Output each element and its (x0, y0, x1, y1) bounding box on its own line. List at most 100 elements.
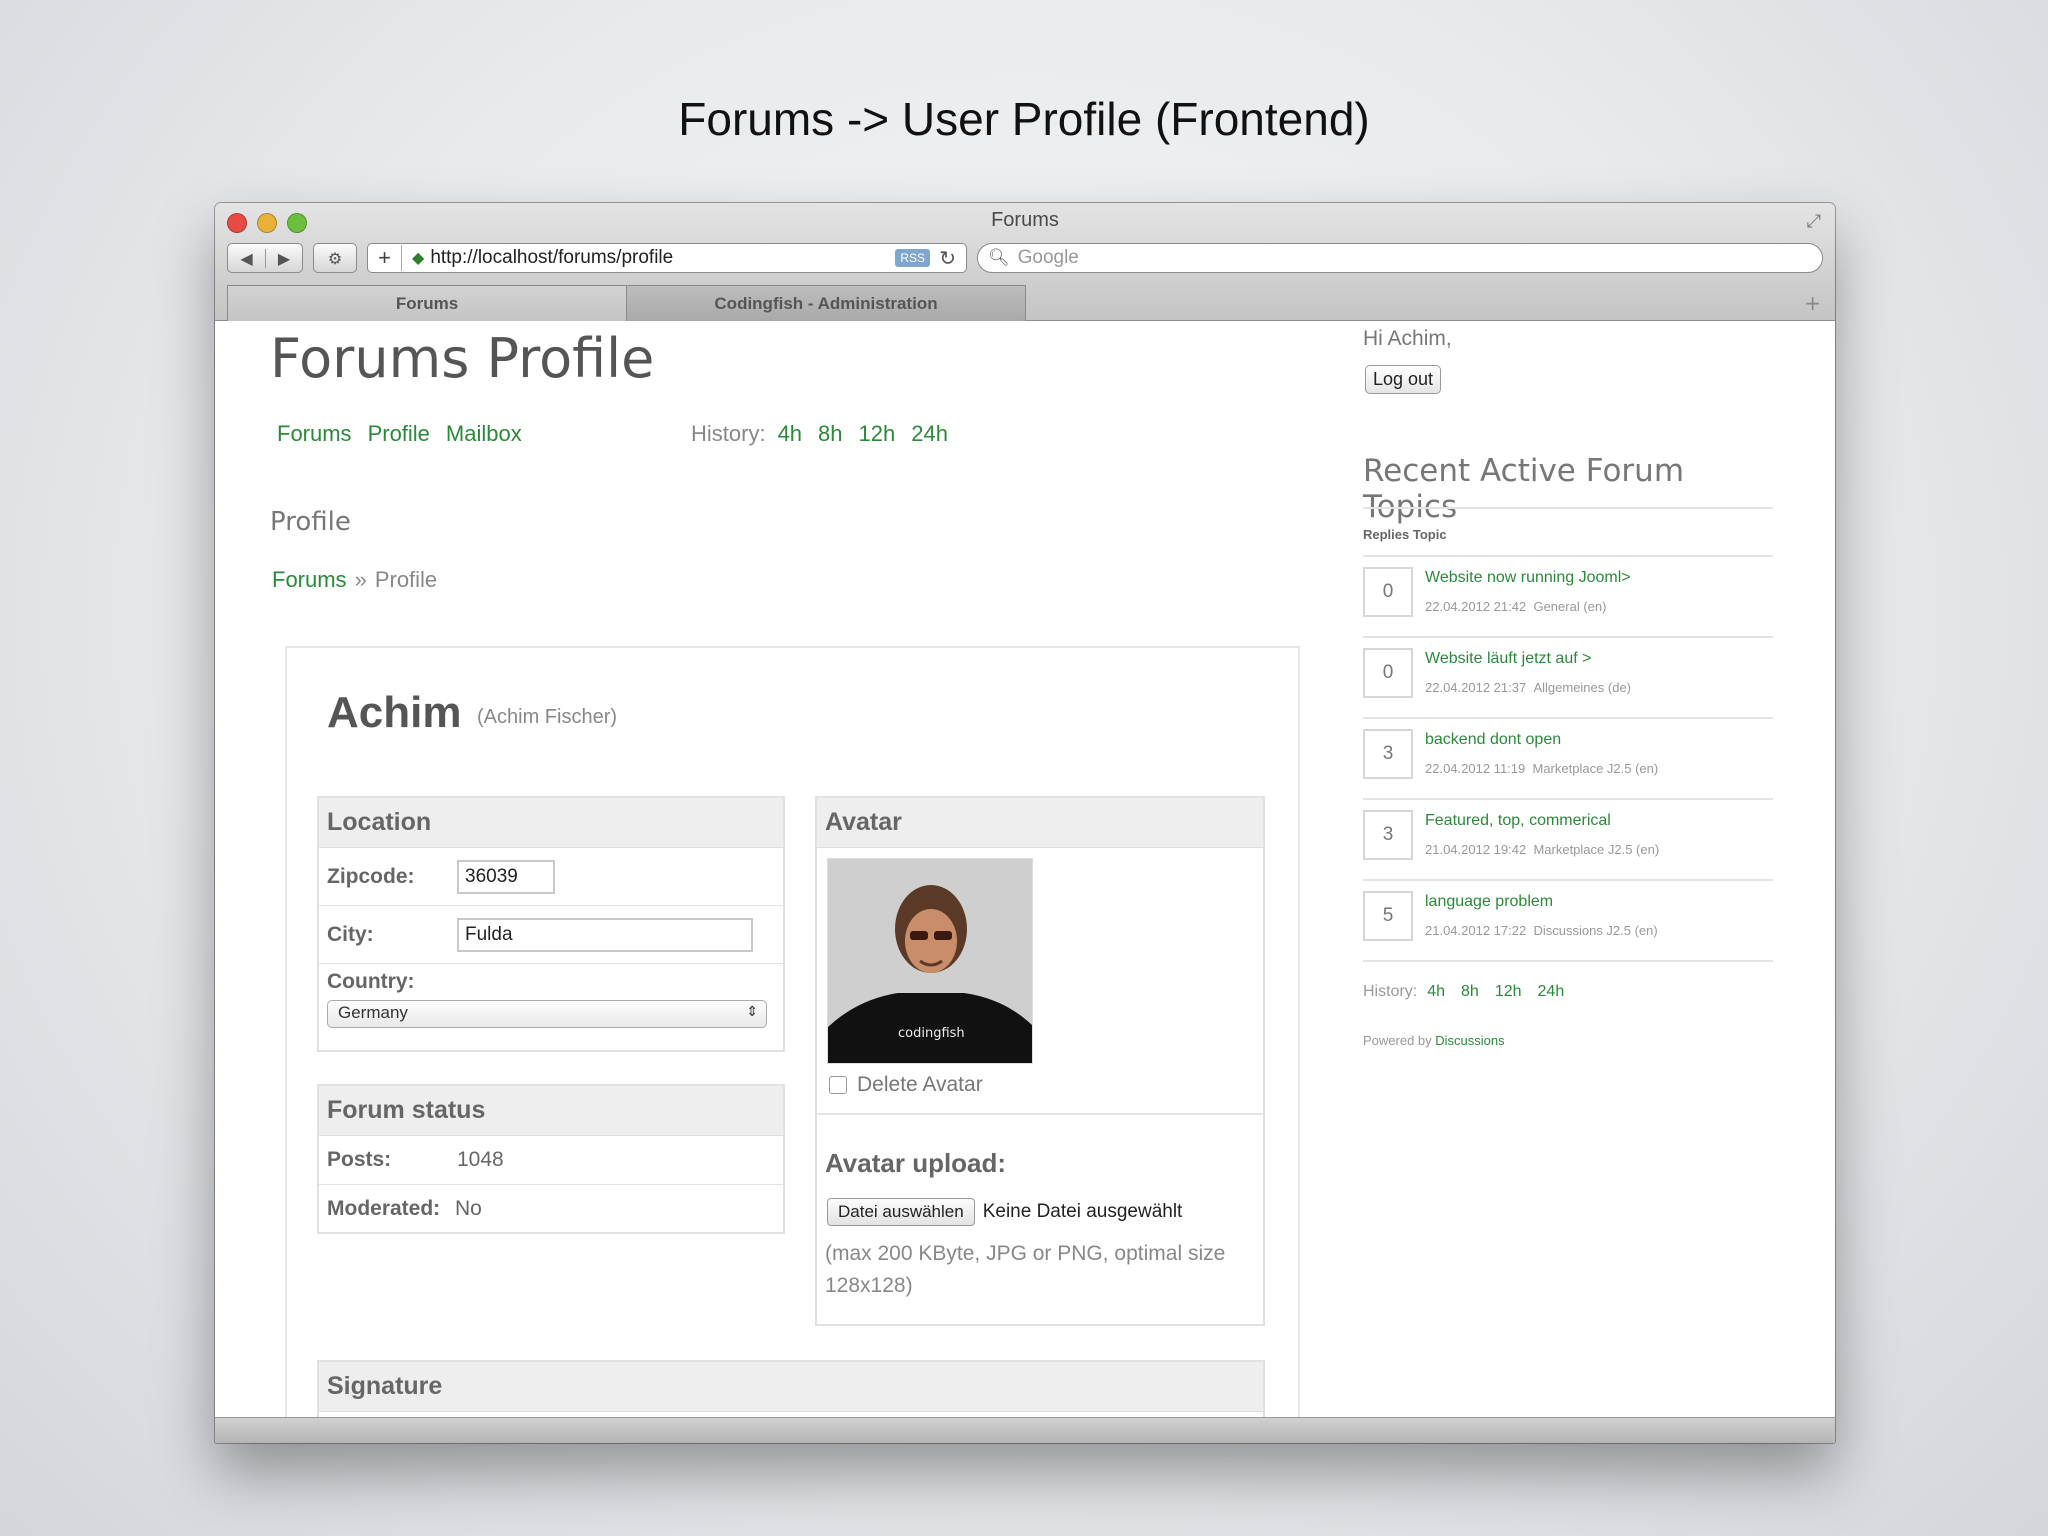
topic-title-link[interactable]: Website läuft jetzt auf > (1425, 650, 1591, 668)
search-field[interactable]: 🔍︎ Google (977, 243, 1823, 273)
browser-status-bar (215, 1417, 1835, 1443)
sidebar-history-24h-link[interactable]: 24h (1538, 983, 1565, 1001)
forward-arrow-icon[interactable]: ▶ (264, 248, 302, 268)
history-4h-link[interactable]: 4h (778, 421, 802, 447)
profile-box: Achim (Achim Fischer) Location Zipcode: … (285, 646, 1300, 1443)
avatar-image: codingfish (827, 858, 1033, 1064)
posts-label: Posts: (327, 1148, 392, 1171)
add-bookmark-icon[interactable]: + (368, 245, 402, 271)
nav-buttons: ◀ ▶ (227, 243, 303, 273)
recent-topics-title: Recent Active Forum Topics (1363, 453, 1685, 525)
slide-title: Forums -> User Profile (Frontend) (678, 93, 1370, 145)
powered-by: Powered by Discussions (1363, 1033, 1505, 1048)
moderated-value: No (455, 1196, 482, 1220)
topic-row[interactable]: 5 language problem 21.04.2012 17:22 Disc… (1363, 881, 1773, 962)
topic-row[interactable]: 3 backend dont open 22.04.2012 11:19 Mar… (1363, 719, 1773, 800)
profile-fullname: (Achim Fischer) (477, 706, 618, 728)
topic-date: 22.04.2012 21:37 (1425, 680, 1527, 695)
address-bar[interactable]: + ◆ http://localhost/forums/profile RSS … (367, 243, 967, 273)
topic-replies-count: 3 (1363, 810, 1413, 860)
forum-status-heading: Forum status (319, 1086, 783, 1136)
fullscreen-icon[interactable]: ⤢ (1807, 211, 1821, 232)
main-nav: Forums Profile Mailbox (277, 421, 522, 447)
sidebar-history-4h-link[interactable]: 4h (1427, 983, 1445, 1001)
window-title: Forums (991, 209, 1059, 231)
tab-bar: Forums Codingfish - Administration + (227, 285, 1835, 321)
topic-row[interactable]: 0 Website now running Jooml> 22.04.2012 … (1363, 557, 1773, 638)
nav-mailbox-link[interactable]: Mailbox (446, 421, 522, 447)
zipcode-input[interactable] (457, 859, 555, 894)
breadcrumb-forums-link[interactable]: Forums (272, 567, 347, 593)
topic-category: General (en) (1533, 599, 1607, 614)
sidebar-divider (1363, 507, 1773, 509)
history-8h-link[interactable]: 8h (818, 421, 842, 447)
topic-category: Discussions J2.5 (en) (1533, 923, 1658, 938)
topic-meta: 22.04.2012 21:42 General (en) (1425, 599, 1606, 614)
history-12h-link[interactable]: 12h (859, 421, 896, 447)
back-arrow-icon[interactable]: ◀ (228, 249, 265, 268)
section-heading: Profile (270, 507, 351, 537)
greeting-text: Hi Achim, (1363, 327, 1452, 350)
page-content: Forums Profile Forums Profile Mailbox Hi… (215, 321, 1835, 1443)
new-tab-icon[interactable]: + (1804, 291, 1821, 315)
zipcode-row: Zipcode: (319, 848, 783, 906)
location-heading: Location (319, 798, 783, 848)
select-arrows-icon: ⇕ (746, 1003, 758, 1019)
topic-date: 21.04.2012 17:22 (1425, 923, 1527, 938)
rss-badge[interactable]: RSS (895, 249, 930, 267)
topic-title-link[interactable]: backend dont open (1425, 731, 1561, 749)
nav-profile-link[interactable]: Profile (368, 421, 430, 447)
topic-replies-count: 3 (1363, 729, 1413, 779)
topic-date: 21.04.2012 19:42 (1425, 842, 1527, 857)
country-select[interactable]: Germany ⇕ (327, 1000, 767, 1028)
browser-window: Forums ⤢ ◀ ▶ ⚙ + ◆ http://localhost/foru… (215, 203, 1835, 1443)
topic-meta: 22.04.2012 21:37 Allgemeines (de) (1425, 680, 1631, 695)
shirt-logo-text: codingfish (898, 1026, 965, 1041)
nav-forums-link[interactable]: Forums (277, 421, 352, 447)
tab-administration[interactable]: Codingfish - Administration (626, 285, 1026, 321)
topic-row[interactable]: 0 Website läuft jetzt auf > 22.04.2012 2… (1363, 638, 1773, 719)
avatar-upload-heading: Avatar upload: (825, 1148, 1007, 1178)
topic-meta: 21.04.2012 17:22 Discussions J2.5 (en) (1425, 923, 1658, 938)
history-filter: History: 4h 8h 12h 24h (691, 421, 948, 447)
sidebar-history-8h-link[interactable]: 8h (1461, 983, 1479, 1001)
sidebar-history-label: History: (1363, 983, 1418, 1000)
avatar-upload-row: Datei auswählen Keine Datei ausgewählt (827, 1198, 1182, 1226)
zipcode-label: Zipcode: (327, 864, 415, 888)
country-row: Country: Germany ⇕ (319, 964, 783, 1034)
topic-row[interactable]: 3 Featured, top, commerical 21.04.2012 1… (1363, 800, 1773, 881)
sidebar-history-12h-link[interactable]: 12h (1495, 983, 1522, 1001)
avatar-heading: Avatar (817, 798, 1263, 848)
tab-forums[interactable]: Forums (227, 285, 627, 321)
delete-avatar-row: Delete Avatar (829, 1073, 983, 1097)
topic-title-link[interactable]: language problem (1425, 893, 1553, 911)
file-status-text: Keine Datei ausgewählt (982, 1201, 1183, 1222)
logout-button[interactable]: Log out (1365, 365, 1442, 394)
topic-category: Marketplace J2.5 (en) (1532, 761, 1659, 776)
url-text[interactable]: http://localhost/forums/profile (430, 247, 673, 269)
city-row: City: (319, 906, 783, 964)
topic-title-link[interactable]: Website now running Jooml> (1425, 569, 1631, 587)
choose-file-button[interactable]: Datei auswählen (827, 1198, 975, 1226)
city-input[interactable] (457, 917, 753, 952)
history-24h-link[interactable]: 24h (911, 421, 948, 447)
topic-title-link[interactable]: Featured, top, commerical (1425, 812, 1611, 830)
avatar-photo: codingfish (828, 859, 1032, 1063)
page-title: Forums Profile (270, 327, 655, 390)
topic-category: Allgemeines (de) (1533, 680, 1631, 695)
topic-category: Marketplace J2.5 (en) (1533, 842, 1660, 857)
topic-replies-count: 5 (1363, 891, 1413, 941)
breadcrumb: Forums » Profile (272, 567, 437, 593)
reload-icon[interactable]: ↻ (939, 246, 956, 271)
topic-replies-count: 0 (1363, 567, 1413, 617)
topic-date: 22.04.2012 21:42 (1425, 599, 1527, 614)
moderated-label: Moderated: (327, 1196, 441, 1220)
city-label: City: (327, 922, 374, 946)
bookmarks-tool-button[interactable]: ⚙ (313, 243, 357, 273)
topic-replies-count: 0 (1363, 648, 1413, 698)
topic-date: 22.04.2012 11:19 (1425, 761, 1526, 776)
topic-meta: 21.04.2012 19:42 Marketplace J2.5 (en) (1425, 842, 1659, 857)
topic-meta: 22.04.2012 11:19 Marketplace J2.5 (en) (1425, 761, 1658, 776)
delete-avatar-checkbox[interactable] (829, 1076, 847, 1094)
powered-by-link[interactable]: Discussions (1435, 1033, 1504, 1048)
